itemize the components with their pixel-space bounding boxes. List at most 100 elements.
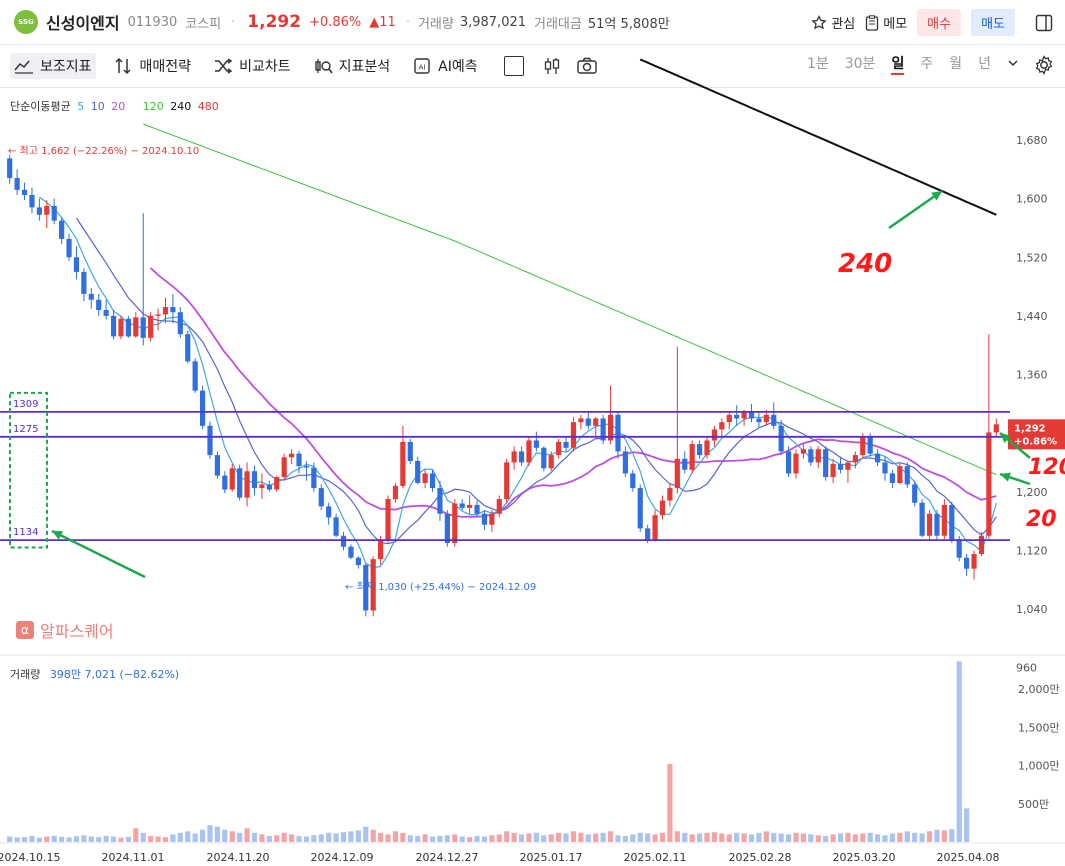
volume-bar [897,832,903,842]
change-percent: +0.86% [309,14,362,30]
candlestick-icon[interactable] [542,56,562,76]
camera-icon[interactable] [576,56,598,76]
candle [541,447,547,469]
volume-bar [303,836,310,842]
tool-label: 지표분석 [338,59,391,75]
tool-indicators[interactable]: 보조지표 [10,53,96,79]
sell-button[interactable]: 매도 [971,9,1015,36]
candle [303,466,310,468]
candle [808,449,814,463]
volume-bar [518,834,525,842]
chevron-down-icon[interactable] [1007,57,1019,69]
candle [392,485,399,500]
candle [941,504,947,536]
volume-bar [860,833,866,842]
buy-button[interactable]: 매수 [917,9,962,36]
candle [845,462,851,470]
candle [348,546,354,558]
volume-bar [467,837,473,842]
volume-bar [148,835,154,842]
indicator-icon [14,60,33,74]
tool-ai-forecast[interactable]: AI AI예측 [408,53,481,79]
ma-legend: 단순이동평균 5 10 20 120 240 480 [10,98,219,114]
tool-strategy[interactable]: 매매전략 [110,53,196,79]
memo-button[interactable]: 메모 [865,13,907,32]
volume-bar [222,829,228,842]
period-week[interactable]: 주 [920,53,933,75]
sidebar-toggle-icon[interactable] [1035,14,1053,32]
candle [437,488,443,514]
date-tick-label: 2024.11.01 [102,851,165,864]
gear-icon[interactable] [1033,54,1055,76]
volume-bar [875,834,881,842]
price-tick-label: 1,120 [1016,544,1048,557]
volume-bar [756,832,762,842]
candle [363,565,369,611]
candle [904,466,910,485]
volume-bar [296,835,302,842]
candle [860,436,866,456]
period-30min[interactable]: 30분 [845,53,876,75]
candle [36,207,42,215]
volume-bar [229,831,235,842]
candle [110,315,117,337]
volume-bar [199,829,206,842]
candle [237,468,243,498]
candle [785,451,792,474]
candle [81,271,87,294]
volume-bar [659,832,666,842]
candle [578,418,584,423]
memo-icon [866,14,879,31]
volume-bar [355,830,361,842]
volume-bar [251,832,258,842]
memo-label: 메모 [883,17,908,32]
square-draw-icon[interactable] [503,56,524,76]
period-day[interactable]: 일 [891,53,905,75]
candle [125,318,131,337]
volume-bar [81,835,87,842]
ma-legend-item: 20 [111,100,126,113]
stock-name: 신성이엔지 [46,14,120,33]
volume-tick-label: 1,500만 [1018,721,1060,734]
period-1min[interactable]: 1분 [807,53,829,75]
volume-bar [785,834,792,842]
volume-legend-label: 거래량 [10,668,41,681]
candle [867,436,873,454]
tool-analysis[interactable]: 지표분석 [309,53,395,79]
ma-legend-item: 120 [142,100,164,113]
volume-bar [741,833,747,842]
candle [266,484,272,490]
volume-bar [185,831,191,842]
volume-bar [207,825,213,842]
volume-bar [118,837,124,842]
candle [993,424,999,433]
volume-bar [481,836,488,842]
volume-value: 3,987,021 [459,14,527,30]
price-tick-label: 1,200 [1016,486,1048,499]
candle [978,535,985,555]
volume-bar [429,836,436,842]
watch-button[interactable]: 관심 [811,13,855,32]
candle [741,412,747,419]
candle [229,468,235,490]
period-month[interactable]: 월 [949,53,962,75]
candle [422,473,428,483]
annotation-arrow-head [1000,472,1011,482]
candle [667,488,673,501]
candle [51,205,57,221]
candle [652,515,658,540]
tool-compare[interactable]: 비교차트 [209,53,295,79]
candle [593,418,599,426]
volume-bar [578,832,584,842]
volume-bar [259,834,265,842]
volume-bar [815,835,821,842]
candle [756,418,762,423]
annotation-arrow [999,432,1031,459]
period-year[interactable]: 년 [978,53,991,75]
candle [823,449,829,478]
volume-bar [340,832,347,842]
date-tick-label: 2025.01.17 [520,851,583,864]
volume-bar [474,835,480,842]
volume-bar [170,834,176,842]
candle [897,466,903,483]
